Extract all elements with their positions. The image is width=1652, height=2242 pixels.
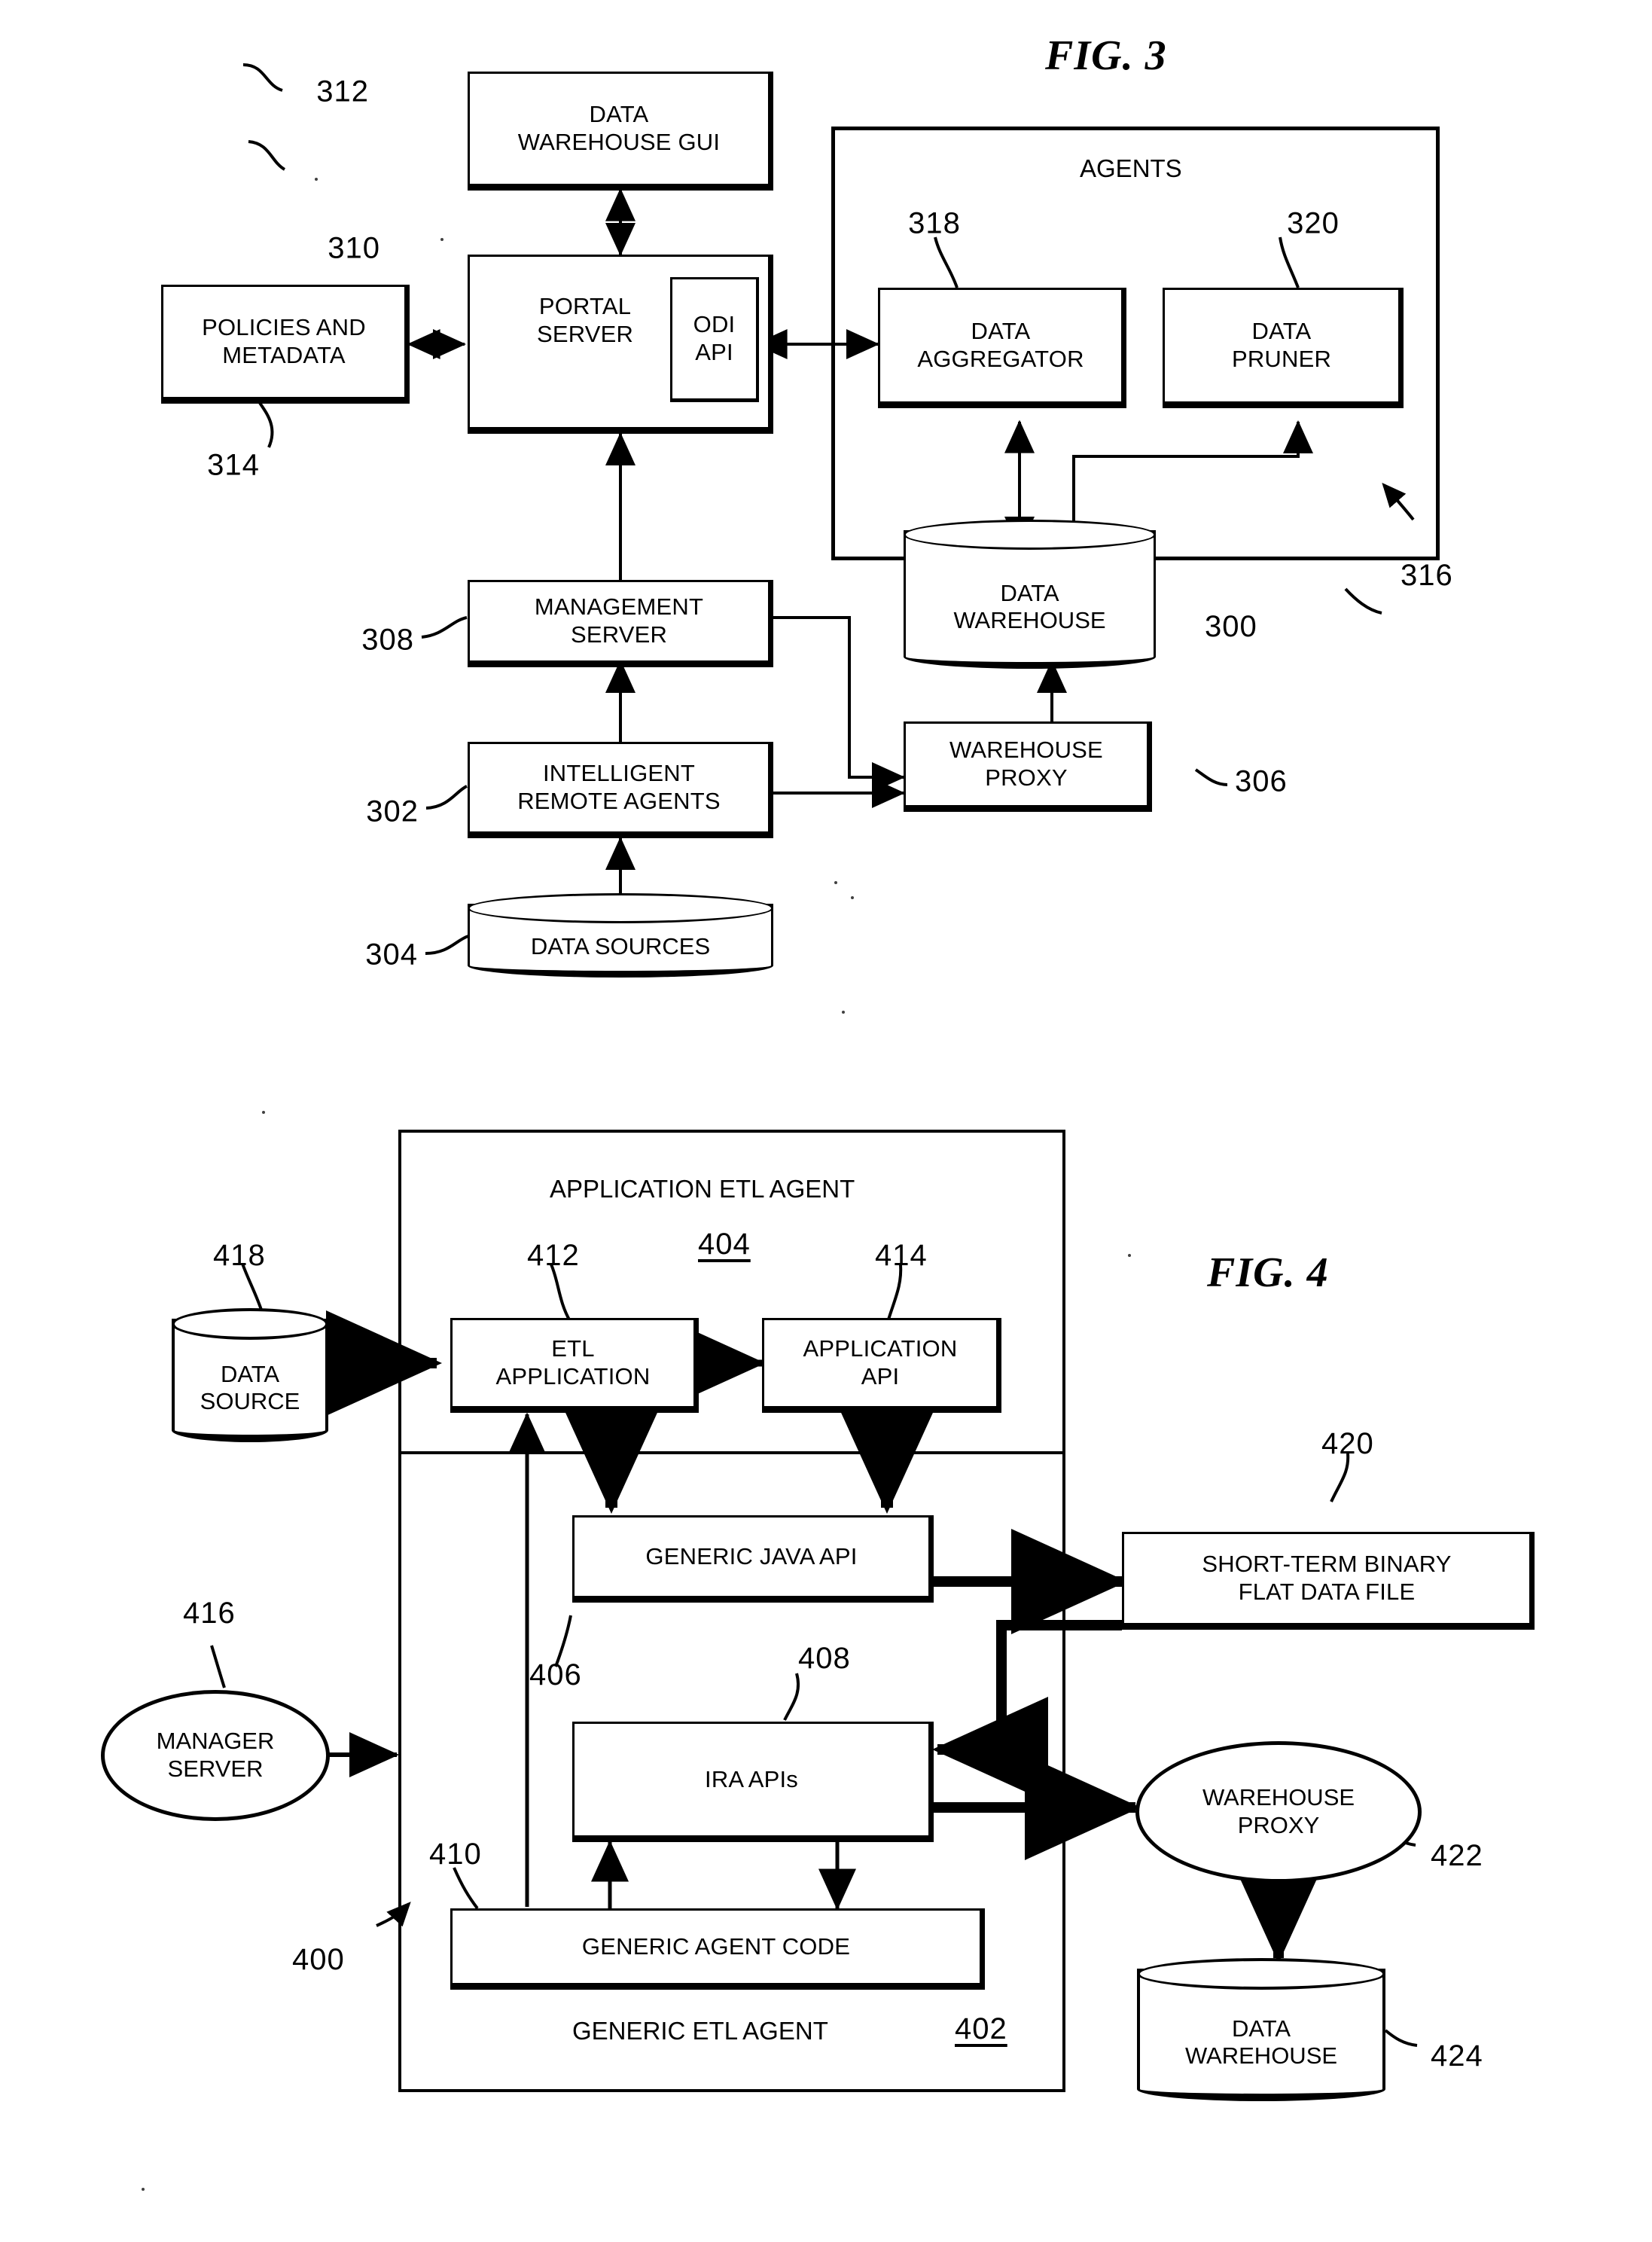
short-term-file-label-line2: FLAT DATA FILE [1238,1579,1416,1605]
ira-apis-label: IRA APIs [705,1765,798,1792]
generic-agent-code-label: GENERIC AGENT CODE [581,1932,851,1960]
scan-speck [142,2188,145,2191]
management-server-box: MANAGEMENT SERVER [468,580,773,667]
data-aggregator-label-line1: DATA [971,318,1031,345]
data-warehouse-gui-label-line2: WAREHOUSE GUI [517,129,721,155]
data-warehouse-gui-label-line1: DATA [589,101,649,128]
ref-408: 408 [798,1642,851,1675]
data-aggregator-label-line2: AGGREGATOR [917,346,1084,372]
data-warehouse-fig4-label-line2: WAREHOUSE [1184,2042,1338,2069]
warehouse-proxy-fig4-label-line1: WAREHOUSE [1202,1784,1355,1811]
scan-speck [834,881,837,884]
data-warehouse-cylinder: DATA WAREHOUSE [904,520,1156,669]
ira-label-line2: REMOTE AGENTS [517,788,721,814]
ref-420: 420 [1321,1427,1374,1460]
data-warehouse-cylinder-fig4: DATA WAREHOUSE [1137,1958,1385,2101]
patent-drawing-sheet: FIG. 3 AGENTS 312 DATA WAREHOUSE GUI 310… [0,0,1652,2242]
ref-304: 304 [365,938,418,972]
data-pruner-label-line2: PRUNER [1231,346,1332,372]
portal-server-label-line2: SERVER [536,320,634,347]
ref-312: 312 [316,75,369,108]
ref-422: 422 [1431,1839,1483,1872]
agent-section-divider [401,1451,1062,1454]
ref-402: 402 [955,2012,1007,2045]
odi-api-label-line2: API [695,339,733,365]
scan-speck [851,896,854,899]
data-sources-label: DATA SOURCES [530,933,711,960]
data-aggregator-box: DATA AGGREGATOR [878,288,1126,408]
intelligent-remote-agents-box: INTELLIGENT REMOTE AGENTS [468,742,773,838]
warehouse-proxy-label-line1: WAREHOUSE [949,737,1103,764]
ref-404: 404 [698,1228,751,1261]
management-server-label-line2: SERVER [570,621,668,648]
ira-label-line1: INTELLIGENT [542,760,696,787]
ref-316: 316 [1401,559,1453,592]
warehouse-proxy-ellipse: WAREHOUSE PROXY [1135,1741,1422,1883]
policies-label-line1: POLICIES AND [202,314,366,341]
ref-418: 418 [213,1239,266,1272]
manager-server-label-line2: SERVER [167,1755,264,1782]
odi-api-label-line1: ODI [693,311,736,338]
ref-416: 416 [183,1597,236,1630]
ref-410: 410 [429,1838,482,1871]
short-term-file-label-line1: SHORT-TERM BINARY [1202,1551,1452,1578]
portal-server-label-line1: PORTAL [538,293,632,319]
data-source-label-line1: DATA [220,1361,280,1388]
odi-api-box: ODI API [670,277,759,402]
scan-speck [1128,1254,1131,1257]
etl-application-box: ETL APPLICATION [450,1318,699,1413]
ref-320: 320 [1287,206,1340,240]
generic-agent-code-box: GENERIC AGENT CODE [450,1908,985,1990]
warehouse-proxy-box: WAREHOUSE PROXY [904,721,1152,812]
etl-application-label-line1: ETL [551,1335,595,1362]
generic-java-api-box: GENERIC JAVA API [572,1515,934,1603]
manager-server-label-line1: MANAGER [156,1728,275,1755]
data-warehouse-label-line1: DATA [1000,580,1059,607]
generic-java-api-label: GENERIC JAVA API [645,1542,858,1569]
policies-label-line2: METADATA [222,342,346,368]
ref-306: 306 [1235,764,1288,798]
ref-400: 400 [292,1943,345,1976]
ref-424: 424 [1431,2039,1483,2073]
ref-412: 412 [527,1239,580,1272]
ref-414: 414 [875,1239,928,1272]
scan-speck [842,1011,845,1014]
data-warehouse-label-line2: WAREHOUSE [953,607,1106,633]
fig3-title: FIG. 3 [1045,32,1167,79]
application-api-box: APPLICATION API [762,1318,1001,1413]
short-term-binary-flat-data-file-box: SHORT-TERM BINARY FLAT DATA FILE [1122,1532,1535,1630]
ira-apis-box: IRA APIs [572,1722,934,1842]
ref-310: 310 [328,231,380,265]
data-source-cylinder: DATA SOURCE [172,1308,328,1442]
ref-318: 318 [908,206,961,240]
ref-300: 300 [1205,610,1257,643]
application-api-label-line2: API [861,1363,900,1389]
scan-speck [315,178,318,181]
data-warehouse-gui-box: DATA WAREHOUSE GUI [468,72,773,191]
warehouse-proxy-fig4-label-line2: PROXY [1237,1812,1320,1838]
data-source-label-line2: SOURCE [200,1388,300,1414]
data-pruner-label-line1: DATA [1251,318,1312,345]
ref-406: 406 [529,1658,582,1691]
data-sources-cylinder: DATA SOURCES [468,893,773,978]
ref-314: 314 [207,448,260,482]
generic-etl-agent-group-label: GENERIC ETL AGENT [572,2017,828,2045]
agents-group-label: AGENTS [1080,154,1182,182]
scan-speck [440,238,443,241]
policies-and-metadata-box: POLICIES AND METADATA [161,285,410,404]
etl-application-label-line2: APPLICATION [495,1363,651,1389]
application-etl-agent-group-label: APPLICATION ETL AGENT [550,1175,855,1203]
application-api-label-line1: APPLICATION [803,1335,958,1362]
data-pruner-box: DATA PRUNER [1163,288,1404,408]
data-warehouse-fig4-label-line1: DATA [1231,2015,1291,2042]
ref-308: 308 [361,623,414,657]
management-server-label-line1: MANAGEMENT [534,593,704,621]
warehouse-proxy-label-line2: PROXY [985,764,1068,791]
ref-302: 302 [366,795,419,828]
scan-speck [262,1111,265,1114]
manager-server-ellipse: MANAGER SERVER [101,1690,330,1821]
fig4-title: FIG. 4 [1207,1249,1329,1296]
